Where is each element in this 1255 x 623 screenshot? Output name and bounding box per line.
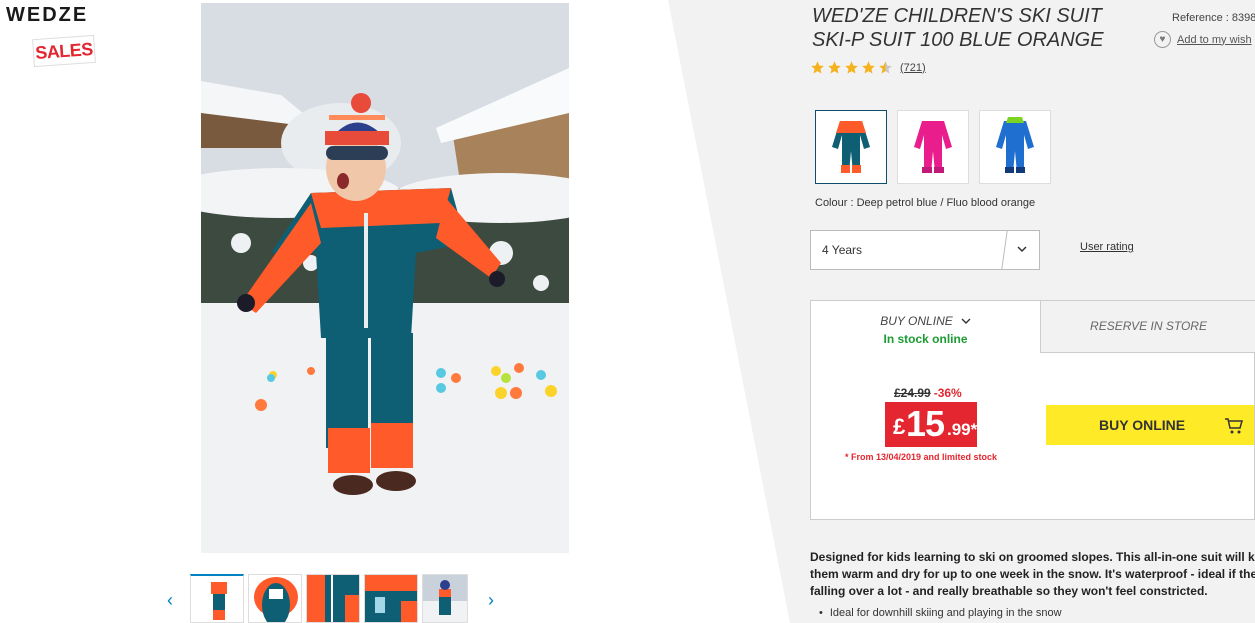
feature-bullet: Ideal for downhill skiing and playing in… (819, 607, 1062, 619)
sales-badge[interactable]: SALES (32, 34, 96, 68)
chevron-right-icon[interactable]: › (488, 590, 494, 611)
product-reference: Reference : 83981 (1172, 12, 1255, 24)
product-title: WED'ZE CHILDREN'S SKI SUIT SKI-P SUIT 10… (812, 5, 1104, 51)
brand-logo[interactable]: WEDZE (6, 4, 88, 27)
star-icon (845, 61, 858, 74)
stock-status: In stock online (883, 332, 968, 346)
tab-buy-online-label: BUY ONLINE (880, 314, 953, 328)
swatch-blue[interactable] (979, 110, 1051, 184)
description-line: Designed for kids learning to ski on gro… (810, 550, 1255, 564)
heart-icon: ♥ (1154, 31, 1171, 48)
size-value: 4 Years (822, 243, 863, 257)
price-currency: £ (893, 414, 906, 439)
add-to-wishlist[interactable]: ♥ Add to my wish (1154, 31, 1252, 48)
swatch-deep-petrol-blue[interactable] (815, 110, 887, 184)
buy-online-button[interactable]: BUY ONLINE (1046, 405, 1254, 445)
thumbnail-2[interactable] (248, 574, 302, 623)
product-description: Designed for kids learning to ski on gro… (810, 549, 1255, 600)
size-select[interactable]: 4 Years (810, 230, 1040, 270)
thumbnail-5[interactable] (422, 574, 468, 623)
thumbnail-strip: ‹ › (162, 572, 512, 623)
star-icon (862, 61, 875, 74)
chevron-down-icon (961, 318, 971, 324)
review-count-link[interactable]: (721) (900, 62, 926, 74)
half-star-icon (879, 61, 892, 74)
current-price: £ 15 .99* (885, 402, 977, 447)
description-line: them warm and dry for up to one week in … (810, 567, 1255, 581)
chevron-left-icon[interactable]: ‹ (167, 590, 173, 611)
buy-button-label: BUY ONLINE (1099, 417, 1186, 433)
colour-label: Colour : Deep petrol blue / Fluo blood o… (815, 197, 1036, 209)
select-divider (1001, 231, 1008, 269)
price-decimal: .99* (947, 420, 978, 439)
user-rating-link[interactable]: User rating (1080, 241, 1134, 253)
chevron-down-icon (1017, 246, 1027, 253)
description-line: falling over a lot - and really breathab… (810, 584, 1208, 598)
main-product-photo[interactable] (201, 3, 569, 553)
star-rating[interactable]: (721) (810, 60, 926, 75)
thumbnail-3[interactable] (306, 574, 360, 623)
purchase-box: BUY ONLINE In stock online RESERVE IN ST… (810, 300, 1255, 520)
tab-reserve-in-store[interactable]: RESERVE IN STORE (1040, 301, 1255, 353)
price-integer: 15 (906, 403, 945, 444)
cart-icon (1225, 418, 1243, 434)
thumbnail-4[interactable] (364, 574, 418, 623)
star-icon (828, 61, 841, 74)
wishlist-label: Add to my wish (1177, 33, 1252, 46)
product-page: WEDZE SALES ‹ › WED'ZE CHILDREN'S SKI SU… (0, 0, 1255, 623)
star-icon (811, 61, 824, 74)
swatch-pink[interactable] (897, 110, 969, 184)
tab-buy-online[interactable]: BUY ONLINE In stock online (811, 301, 1040, 353)
old-price: £24.99 -36% (894, 386, 962, 400)
discount-badge: -36% (933, 386, 962, 400)
old-price-value: £24.99 (894, 386, 931, 400)
offer-note: * From 13/04/2019 and limited stock (845, 452, 998, 462)
thumbnail-1[interactable] (190, 574, 244, 623)
